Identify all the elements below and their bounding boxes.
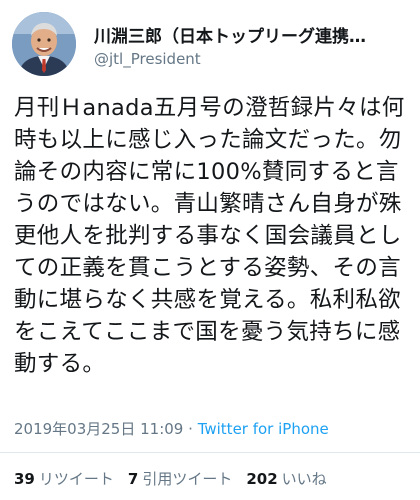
retweets-count: 39 <box>14 470 35 488</box>
author-name-row[interactable]: 川淵三郎（日本トップリーグ連携… <box>94 22 408 47</box>
tweet-detail: 川淵三郎（日本トップリーグ連携… @jtl_President 月刊Ｈanada… <box>0 0 420 500</box>
tweet-meta: 2019年03月25日 11:09 · Twitter for iPhone <box>14 418 329 439</box>
author-handle[interactable]: @jtl_President <box>94 50 201 68</box>
quotes-stat[interactable]: 7 引用ツイート <box>128 468 232 489</box>
tweet-header: 川淵三郎（日本トップリーグ連携… @jtl_President <box>12 12 408 76</box>
avatar[interactable] <box>12 12 76 76</box>
tweet-timestamp[interactable]: 2019年03月25日 11:09 <box>14 420 183 438</box>
divider <box>0 452 420 453</box>
quotes-count: 7 <box>127 470 139 488</box>
quotes-label: 引用ツイート <box>142 470 233 488</box>
retweets-stat[interactable]: 39 リツイート <box>14 468 114 489</box>
likes-label: いいね <box>281 470 327 488</box>
meta-separator: · <box>188 420 193 438</box>
likes-count: 202 <box>246 470 278 488</box>
author-display-name[interactable]: 川淵三郎（日本トップリーグ連携… <box>94 22 366 47</box>
likes-stat[interactable]: 202 いいね <box>246 468 326 489</box>
tweet-text: 月刊Ｈanada五月号の澄哲録片々は何時も以上に感じ入った論文だった。勿論その内… <box>14 95 405 377</box>
avatar-image <box>12 12 76 76</box>
tweet-source-link[interactable]: Twitter for iPhone <box>198 420 329 438</box>
tweet-stats: 39 リツイート 7 引用ツイート 202 いいね <box>14 468 327 489</box>
retweets-label: リツイート <box>38 470 114 488</box>
